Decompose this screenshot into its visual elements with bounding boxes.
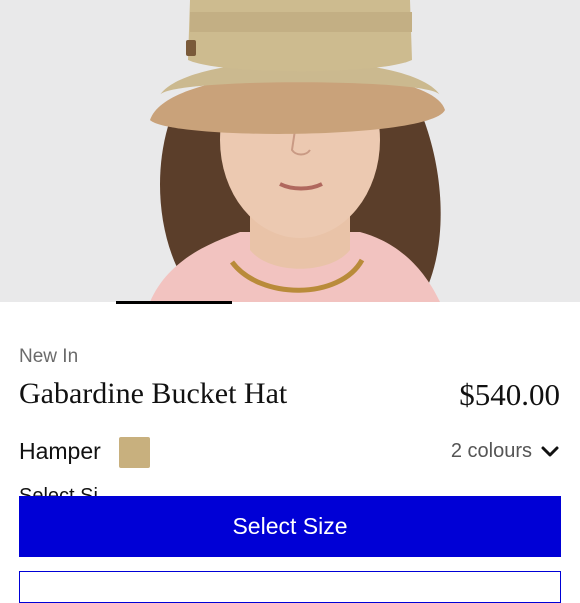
secondary-action-button[interactable] [19, 571, 561, 603]
colours-count-label: 2 colours [450, 440, 532, 462]
product-title: Gabardine Bucket Hat [19, 377, 288, 410]
product-price: $540.00 [459, 377, 560, 412]
carousel-indicator [116, 301, 232, 304]
new-in-label: New In [19, 346, 79, 367]
chevron-down-icon [541, 446, 559, 456]
select-size-button[interactable]: Select Size [19, 496, 561, 557]
colours-dropdown-toggle[interactable]: 2 colours [451, 440, 560, 463]
colour-name: Hamper [19, 438, 101, 464]
product-hero-image[interactable] [0, 0, 580, 302]
colour-swatch[interactable] [119, 437, 150, 468]
